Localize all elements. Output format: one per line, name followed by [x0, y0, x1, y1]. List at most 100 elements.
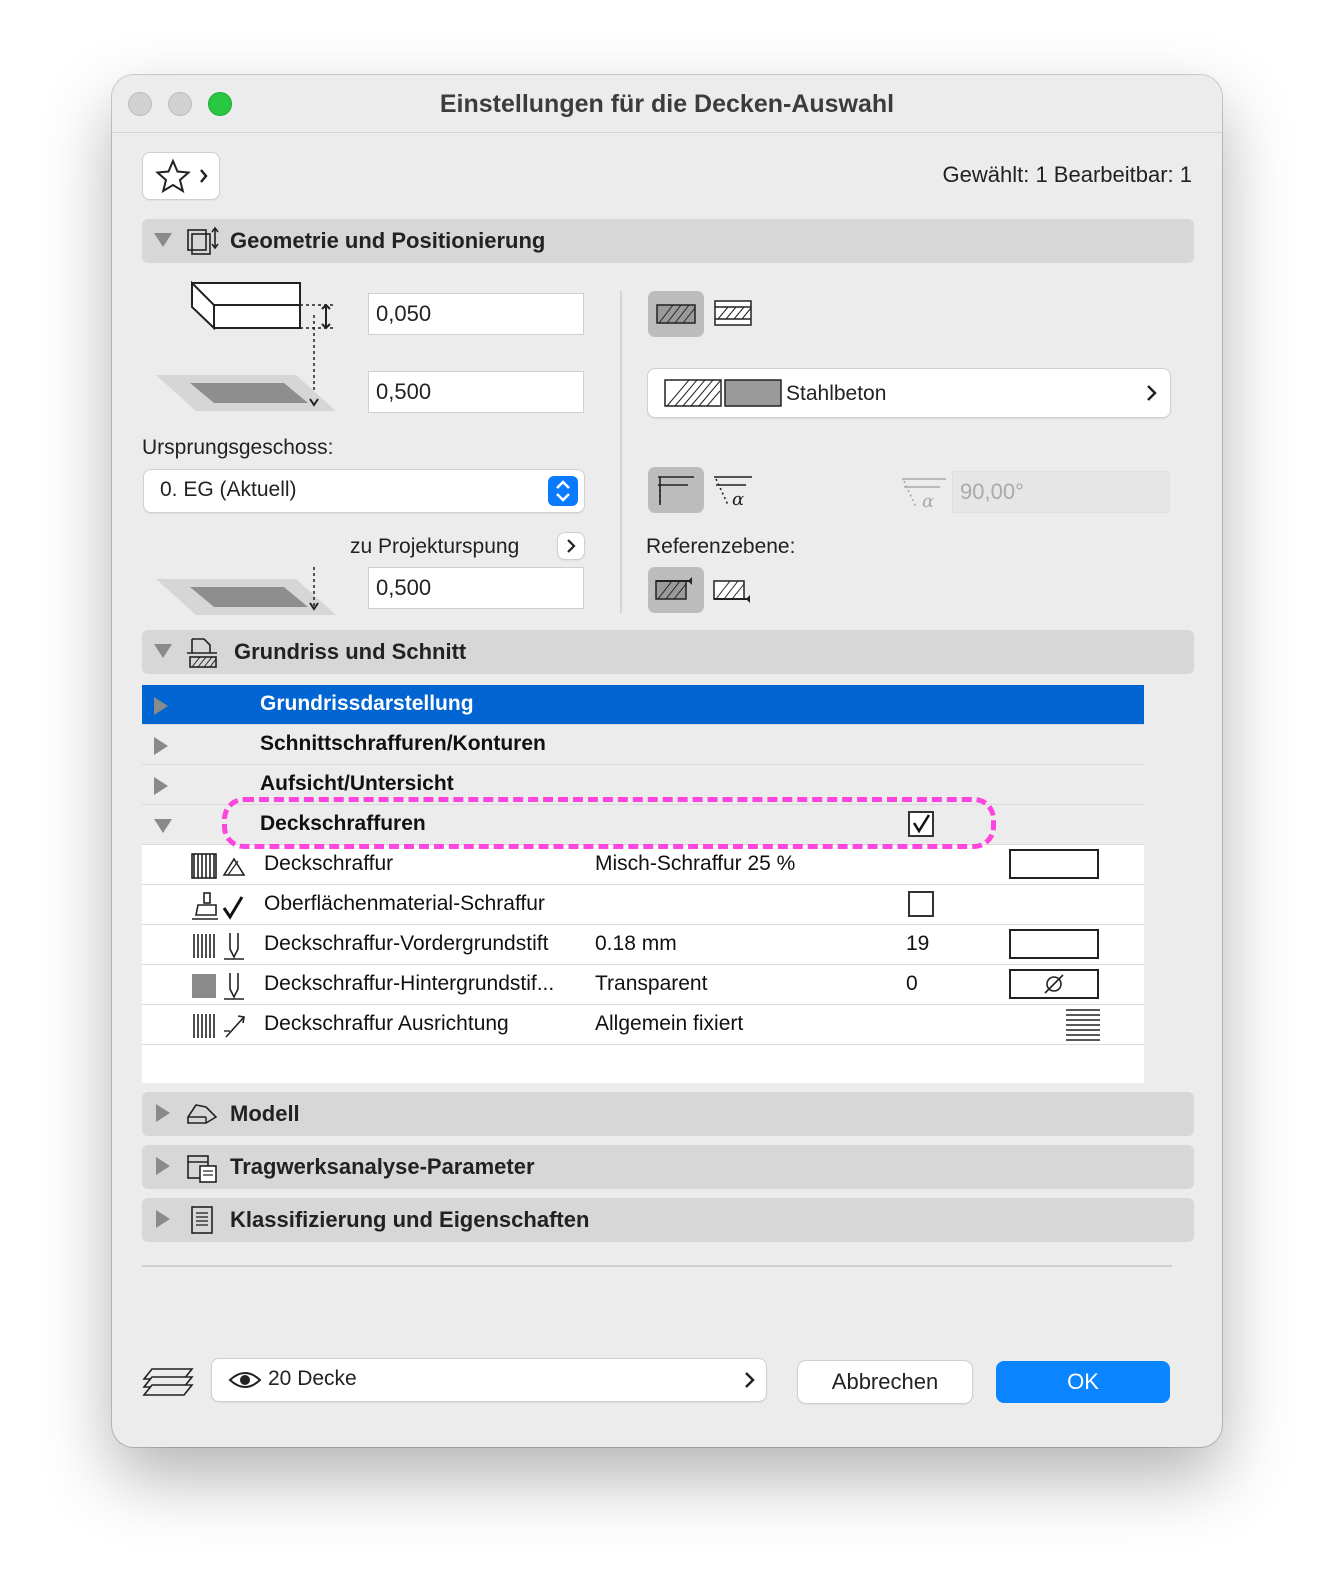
chevron-right-icon: [745, 1372, 755, 1388]
tree-category-label: Schnittschraffuren/Konturen: [260, 732, 546, 755]
expand-triangle-icon: [156, 1104, 170, 1122]
param-pen-number: 0: [906, 972, 918, 995]
section-classification-header[interactable]: Klassifizierung und Eigenschaften: [142, 1198, 1194, 1242]
tree-param-row[interactable]: Deckschraffur-Hintergrundstif... Transpa…: [142, 965, 1144, 1005]
edge-vertical-icon: [658, 476, 694, 505]
tree-category-row[interactable]: Grundrissdarstellung: [142, 685, 1144, 725]
stepper-icon: [548, 476, 578, 506]
home-story-label: Ursprungsgeschoss:: [142, 436, 334, 459]
section-structural-label: Tragwerksanalyse-Parameter: [230, 1154, 535, 1179]
tree-scrollbar-track[interactable]: [1144, 685, 1172, 1083]
empty-set-icon: [1044, 974, 1064, 994]
slab-thickness-diagram-icon: [156, 280, 336, 411]
param-name: Oberflächenmaterial-Schraffur: [264, 892, 545, 915]
favorites-button[interactable]: [143, 153, 219, 199]
chevron-right-icon: [1147, 385, 1157, 401]
tree-param-row[interactable]: Deckschraffur Ausrichtung Allgemein fixi…: [142, 1005, 1144, 1045]
chevron-right-icon: [567, 539, 576, 553]
reference-top-icon: [655, 577, 692, 600]
fill-orientation-icon: [193, 1014, 245, 1038]
expand-triangle-icon[interactable]: [154, 777, 168, 795]
offset-field[interactable]: [368, 371, 584, 413]
section-structural-header[interactable]: Tragwerksanalyse-Parameter: [142, 1145, 1194, 1189]
transparent-swatch[interactable]: [1009, 969, 1099, 999]
tree-param-row[interactable]: Deckschraffur-Vordergrundstift 0.18 mm 1…: [142, 925, 1144, 965]
angle-field: [952, 471, 1170, 513]
cover-fill-icon: [191, 853, 246, 879]
structure-basic-button[interactable]: [648, 291, 704, 337]
geometry-icon: [187, 226, 219, 255]
layers-icon: [142, 1368, 194, 1396]
home-story-value: 0. EG (Aktuell): [160, 478, 297, 501]
tree-param-row[interactable]: Oberflächenmaterial-Schraffur: [142, 885, 1144, 925]
tree-category-label: Aufsicht/Untersicht: [260, 772, 454, 795]
section-floorplan-header[interactable]: Grundriss und Schnitt: [142, 630, 1194, 674]
material-swatch-icon: [664, 379, 782, 407]
section-floorplan-label: Grundriss und Schnitt: [234, 639, 467, 664]
reference-plane-label: Referenzebene:: [646, 535, 796, 558]
model-icon: [187, 1104, 218, 1124]
layer-select[interactable]: 20 Decke: [212, 1359, 766, 1401]
edge-vertical-button[interactable]: [648, 467, 704, 513]
building-material-select[interactable]: Stahlbeton: [648, 369, 1170, 417]
project-zero-chevron-button[interactable]: [558, 533, 584, 559]
footer-divider: [142, 1265, 1172, 1267]
svg-text:α: α: [732, 489, 744, 510]
edge-angle-icon: α: [714, 476, 752, 510]
pen-swatch[interactable]: [1009, 929, 1099, 959]
home-story-select[interactable]: 0. EG (Aktuell): [144, 470, 584, 512]
reference-top-button[interactable]: [648, 567, 704, 613]
ok-button[interactable]: OK: [996, 1361, 1170, 1403]
eye-icon: [228, 1372, 262, 1388]
angle-disabled-icon: α: [902, 478, 946, 512]
expand-triangle-icon[interactable]: [154, 697, 168, 715]
title-bar: Einstellungen für die Decken-Auswahl: [112, 75, 1222, 133]
section-geometry-label: Geometrie und Positionierung: [230, 228, 546, 253]
structure-composite-button[interactable]: [706, 291, 762, 337]
floorplan-section-icon: [187, 638, 217, 668]
collapse-triangle-icon[interactable]: [154, 819, 172, 833]
tree-param-row[interactable]: Deckschraffur Misch-Schraffur 25 %: [142, 845, 1144, 885]
layer-name: 20 Decke: [268, 1367, 357, 1390]
composite-hatch-icon: [714, 300, 752, 326]
document-list-icon: [191, 1206, 213, 1234]
settings-dialog: Einstellungen für die Decken-Auswahl Gew…: [112, 75, 1222, 1447]
basic-hatch-icon: [656, 304, 696, 324]
surface-fill-checkbox[interactable]: [908, 891, 934, 917]
reference-bottom-icon: [713, 580, 750, 603]
vertical-divider: [620, 291, 622, 613]
reference-bottom-button[interactable]: [706, 567, 762, 613]
project-zero-diagram-icon: [156, 567, 336, 615]
structural-analysis-icon: [187, 1155, 217, 1183]
surface-brush-icon: [192, 892, 244, 920]
star-icon: [155, 158, 208, 194]
cancel-button[interactable]: Abbrechen: [798, 1361, 972, 1403]
param-value: Allgemein fixiert: [595, 1012, 744, 1035]
expand-triangle-icon: [156, 1157, 170, 1175]
section-model-header[interactable]: Modell: [142, 1092, 1194, 1136]
edge-angled-button[interactable]: α: [706, 467, 762, 513]
section-geometry-header[interactable]: Geometrie und Positionierung: [142, 219, 1194, 263]
param-value: Transparent: [595, 972, 708, 995]
horizontal-lines-icon[interactable]: [1064, 1007, 1102, 1041]
fill-swatch[interactable]: [1009, 849, 1099, 879]
param-pen-number: 19: [906, 932, 930, 955]
highlight-annotation: [222, 797, 996, 849]
param-value: Misch-Schraffur 25 %: [595, 852, 796, 875]
foreground-pen-icon: [193, 933, 244, 960]
thickness-field[interactable]: [368, 293, 584, 335]
settings-tree: Grundrissdarstellung Schnittschraffuren/…: [142, 685, 1144, 1083]
material-name: Stahlbeton: [786, 382, 887, 405]
param-value: 0.18 mm: [595, 932, 677, 955]
to-project-zero-label: zu Projekturspung: [350, 535, 520, 558]
expand-triangle-icon: [156, 1210, 170, 1228]
selection-info: Gewählt: 1 Bearbeitbar: 1: [942, 162, 1192, 187]
tree-category-row[interactable]: Schnittschraffuren/Konturen: [142, 725, 1144, 765]
svg-text:α: α: [922, 491, 934, 512]
background-pen-icon: [192, 973, 244, 1000]
window-title: Einstellungen für die Decken-Auswahl: [439, 90, 895, 118]
expand-triangle-icon[interactable]: [154, 737, 168, 755]
project-zero-field[interactable]: [368, 567, 584, 609]
param-name: Deckschraffur: [264, 852, 394, 875]
param-name: Deckschraffur Ausrichtung: [264, 1012, 509, 1035]
